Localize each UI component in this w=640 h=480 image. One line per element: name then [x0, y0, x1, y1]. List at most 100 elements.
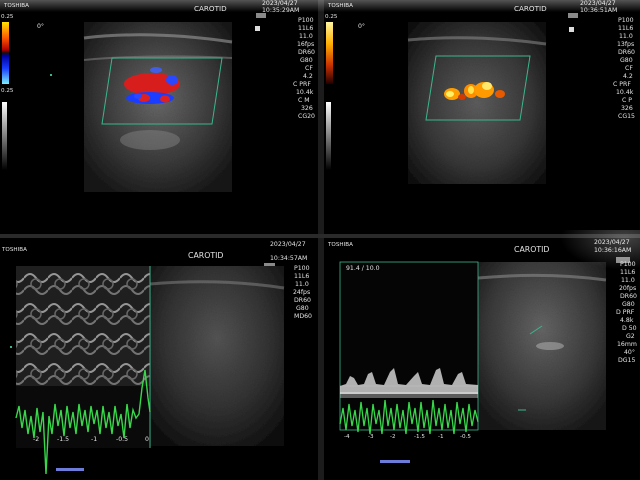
velocity-color-bar: [2, 22, 9, 84]
orientation-label: 0°: [37, 22, 44, 30]
scale-top-label: 0.25: [1, 14, 14, 20]
monitor-top-left-svg: TOSHIBA CAROTID 2023/04/27 10:35:29AM 0.…: [0, 0, 318, 234]
monitor-bottom-right-svg: TOSHIBA CAROTID 2023/04/27 10:36:16AM 91…: [324, 238, 640, 480]
monitor-top-right-svg: TOSHIBA CAROTID 2023/04/27 10:36:51AM 0.…: [324, 0, 640, 234]
svg-text:326: 326: [301, 105, 313, 112]
svg-text:11L6: 11L6: [620, 269, 635, 276]
svg-text:10.4k: 10.4k: [616, 89, 634, 96]
svg-text:DR60: DR60: [618, 49, 635, 56]
svg-text:DR60: DR60: [620, 293, 637, 300]
svg-text:P100: P100: [298, 17, 314, 24]
svg-text:11L6: 11L6: [298, 25, 313, 32]
svg-text:C M: C M: [298, 97, 310, 104]
brand-label: TOSHIBA: [3, 3, 29, 9]
probe-marker-icon: [569, 27, 574, 32]
exam-label: CAROTID: [514, 245, 549, 254]
svg-text:G80: G80: [296, 305, 309, 312]
svg-text:-2: -2: [390, 434, 396, 440]
date-label: 2023/04/27: [580, 0, 616, 7]
svg-text:11.0: 11.0: [295, 281, 309, 288]
svg-text:G80: G80: [620, 57, 633, 64]
svg-text:11L6: 11L6: [294, 273, 309, 280]
time-label: 10:34:57AM: [270, 255, 307, 262]
svg-text:P100: P100: [620, 261, 636, 268]
velocity-readout: 91.4 / 10.0: [346, 265, 380, 272]
brand-label: TOSHIBA: [1, 247, 27, 253]
svg-text:11L6: 11L6: [618, 25, 633, 32]
monitor-bottom-left-svg: TOSHIBA CAROTID 2023/04/27 10:34:57AM -2…: [0, 238, 318, 480]
svg-text:11.0: 11.0: [621, 277, 635, 284]
svg-text:-0.5: -0.5: [460, 434, 471, 440]
svg-text:G80: G80: [622, 301, 635, 308]
svg-text:D PRF: D PRF: [616, 309, 635, 316]
svg-text:CG15: CG15: [618, 113, 635, 120]
svg-text:C PRF: C PRF: [293, 81, 311, 88]
brand-label: TOSHIBA: [327, 3, 353, 9]
svg-text:0: 0: [145, 436, 149, 443]
svg-text:13fps: 13fps: [617, 41, 634, 48]
probe-icon: [256, 13, 266, 18]
date-label: 2023/04/27: [270, 241, 306, 248]
svg-text:16mm: 16mm: [617, 341, 637, 348]
time-label: 10:35:29AM: [262, 7, 299, 14]
exam-label: CAROTID: [514, 4, 547, 13]
svg-text:CF: CF: [625, 65, 633, 72]
probe-icon: [568, 13, 578, 18]
ultrasound-photo: TOSHIBA CAROTID 2023/04/27 10:35:29AM 0.…: [0, 0, 640, 480]
svg-text:MD60: MD60: [294, 313, 312, 320]
exam-label: CAROTID: [188, 251, 223, 260]
svg-text:10.4k: 10.4k: [296, 89, 314, 96]
depth-scale-bar: [56, 468, 84, 471]
exam-label: CAROTID: [194, 4, 227, 13]
svg-text:11.0: 11.0: [299, 33, 313, 40]
svg-text:CF: CF: [305, 65, 313, 72]
svg-text:4.2: 4.2: [303, 73, 313, 80]
svg-text:P100: P100: [618, 17, 634, 24]
svg-text:D 50: D 50: [622, 325, 637, 332]
date-label: 2023/04/27: [262, 0, 298, 7]
date-label: 2023/04/27: [594, 239, 630, 246]
brand-label: TOSHIBA: [327, 242, 353, 248]
grayscale-bar: [2, 102, 7, 170]
svg-text:11.0: 11.0: [619, 33, 633, 40]
svg-text:P100: P100: [294, 265, 310, 272]
time-label: 10:36:51AM: [580, 7, 617, 14]
power-color-bar: [326, 22, 333, 84]
svg-text:G2: G2: [626, 333, 635, 340]
svg-text:16fps: 16fps: [297, 41, 314, 48]
svg-text:-2: -2: [33, 436, 39, 443]
svg-text:326: 326: [621, 105, 633, 112]
monitor-top-right: TOSHIBA CAROTID 2023/04/27 10:36:51AM 0.…: [324, 0, 640, 234]
svg-text:DG15: DG15: [618, 357, 635, 364]
svg-text:4.8k: 4.8k: [620, 317, 634, 324]
svg-text:-1: -1: [438, 434, 444, 440]
orientation-label: 0°: [358, 22, 365, 30]
svg-text:-1: -1: [91, 436, 97, 443]
probe-marker-icon: [255, 26, 260, 31]
grayscale-bar: [326, 102, 331, 170]
time-label: 10:36:16AM: [594, 247, 631, 254]
monitor-bottom-left: TOSHIBA CAROTID 2023/04/27 10:34:57AM -2…: [0, 238, 318, 480]
svg-text:-1.5: -1.5: [414, 434, 425, 440]
scale-bottom-label: 0.25: [1, 88, 14, 94]
svg-text:CG20: CG20: [298, 113, 315, 120]
bmode-image: [84, 22, 232, 192]
svg-text:C PRF: C PRF: [613, 81, 631, 88]
svg-text:4.2: 4.2: [623, 73, 633, 80]
svg-text:24fps: 24fps: [293, 289, 310, 296]
depth-scale-bar: [380, 460, 410, 463]
monitor-bottom-right: TOSHIBA CAROTID 2023/04/27 10:36:16AM 91…: [324, 238, 640, 480]
svg-text:DR60: DR60: [294, 297, 311, 304]
svg-text:-4: -4: [344, 434, 350, 440]
svg-text:-0.5: -0.5: [116, 436, 128, 443]
svg-text:C P: C P: [622, 97, 632, 104]
bmode-image: [150, 266, 284, 446]
svg-text:G80: G80: [300, 57, 313, 64]
svg-text:-3: -3: [368, 434, 374, 440]
svg-text:-1.5: -1.5: [57, 436, 69, 443]
svg-text:20fps: 20fps: [619, 285, 636, 292]
svg-text:DR60: DR60: [298, 49, 315, 56]
monitor-top-left: TOSHIBA CAROTID 2023/04/27 10:35:29AM 0.…: [0, 0, 318, 234]
svg-text:40°: 40°: [624, 348, 635, 356]
scale-top-label: 0.25: [325, 14, 338, 20]
